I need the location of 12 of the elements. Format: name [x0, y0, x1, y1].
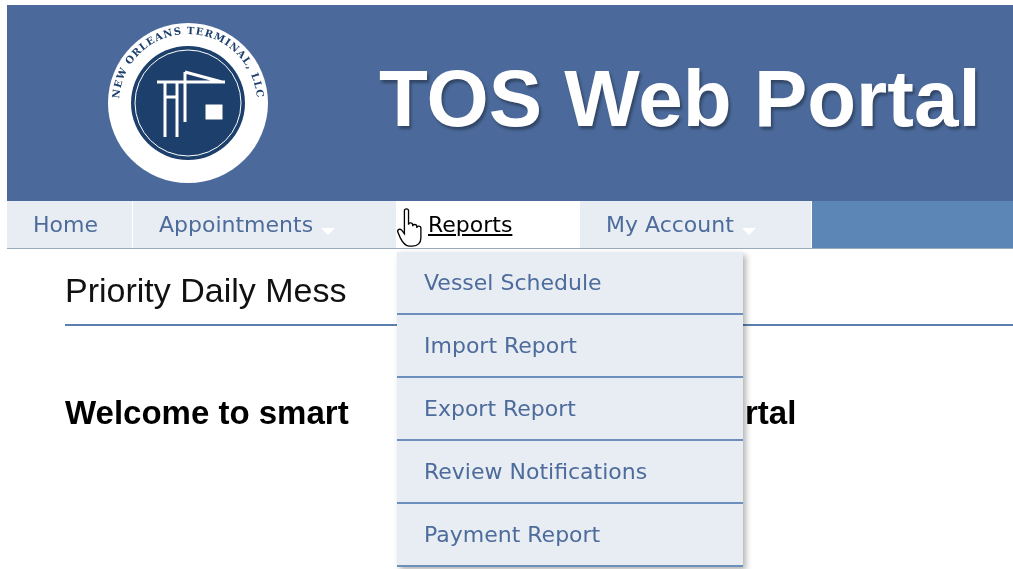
menu-item[interactable]: Payment Report	[397, 504, 743, 567]
menu-item[interactable]: Export Report	[397, 378, 743, 441]
nav-tab[interactable]: Appointments	[133, 201, 397, 248]
portal-title: TOS Web Portal	[379, 53, 981, 145]
hand-cursor-icon	[397, 207, 425, 249]
nav-tab[interactable]: My Account	[580, 201, 812, 248]
menu-item[interactable]: Import Report	[397, 315, 743, 378]
menu-item[interactable]: Vessel Schedule	[397, 252, 743, 315]
welcome-heading: rtal	[745, 394, 797, 432]
menu-item[interactable]: Review Notifications	[397, 441, 743, 504]
nav-tab[interactable]: Home	[7, 201, 133, 248]
welcome-heading: Welcome to smart	[65, 394, 349, 432]
